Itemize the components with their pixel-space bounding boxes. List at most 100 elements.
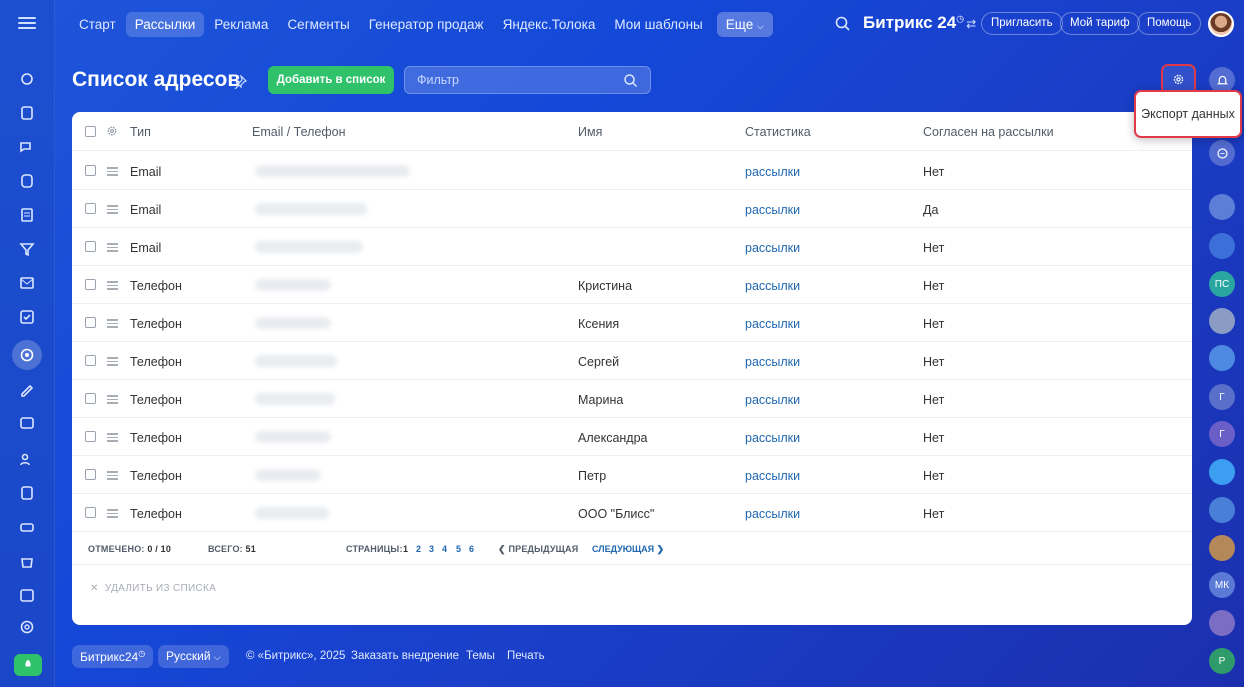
drag-handle-icon[interactable] — [107, 395, 118, 404]
contact-avatar[interactable] — [1209, 535, 1235, 561]
drag-handle-icon[interactable] — [107, 205, 118, 214]
contact-avatar[interactable] — [1209, 610, 1235, 636]
contact-avatar[interactable] — [1209, 308, 1235, 334]
language-select[interactable]: Русский ⌵ — [158, 645, 229, 668]
column-consent[interactable]: Согласен на рассылки — [923, 125, 1054, 139]
page-link-2[interactable]: 2 — [416, 544, 421, 554]
contact-avatar[interactable]: ПС — [1209, 271, 1235, 297]
row-checkbox[interactable] — [85, 279, 96, 290]
table-row[interactable]: Email рассылки Да — [72, 190, 1192, 228]
filter-field[interactable] — [404, 66, 651, 94]
table-row[interactable]: Телефон Ксения рассылки Нет — [72, 304, 1192, 342]
table-row[interactable]: Телефон ООО "Блисс" рассылки Нет — [72, 494, 1192, 532]
drive-icon[interactable] — [14, 168, 40, 194]
nav-ads[interactable]: Реклама — [205, 12, 277, 37]
mail-icon[interactable] — [14, 270, 40, 296]
table-row[interactable]: Телефон Сергей рассылки Нет — [72, 342, 1192, 380]
row-checkbox[interactable] — [85, 317, 96, 328]
row-stats-link[interactable]: рассылки — [745, 469, 800, 483]
row-checkbox[interactable] — [85, 165, 96, 176]
calendar-icon[interactable] — [14, 582, 40, 608]
contact-avatar[interactable]: Р — [1209, 648, 1235, 674]
users-icon[interactable] — [14, 446, 40, 472]
prev-page-button[interactable]: ❮ ПРЕДЫДУЩАЯ — [498, 544, 578, 555]
drag-handle-icon[interactable] — [107, 281, 118, 290]
table-row[interactable]: Телефон Марина рассылки Нет — [72, 380, 1192, 418]
drag-handle-icon[interactable] — [107, 167, 118, 176]
nav-yandex-toloka[interactable]: Яндекс.Толока — [494, 12, 605, 37]
print-link[interactable]: Печать — [507, 650, 545, 662]
row-checkbox[interactable] — [85, 241, 96, 252]
contact-avatar[interactable]: Г — [1209, 421, 1235, 447]
nav-my-templates[interactable]: Мои шаблоны — [605, 12, 711, 37]
table-row[interactable]: Email рассылки Нет — [72, 152, 1192, 190]
tasks-icon[interactable] — [14, 100, 40, 126]
row-stats-link[interactable]: рассылки — [745, 393, 800, 407]
table-row[interactable]: Телефон Кристина рассылки Нет — [72, 266, 1192, 304]
invite-button[interactable]: Пригласить — [981, 12, 1063, 35]
drag-handle-icon[interactable] — [107, 357, 118, 366]
sign-icon[interactable] — [14, 376, 40, 402]
select-all-checkbox[interactable] — [85, 126, 96, 137]
contact-avatar[interactable] — [1209, 233, 1235, 259]
column-type[interactable]: Тип — [130, 125, 151, 139]
row-stats-link[interactable]: рассылки — [745, 507, 800, 521]
nav-segments[interactable]: Сегменты — [278, 12, 358, 37]
search-icon[interactable] — [623, 73, 638, 88]
page-link-1[interactable]: 1 — [403, 544, 408, 554]
nav-start[interactable]: Старт — [70, 12, 125, 37]
row-stats-link[interactable]: рассылки — [745, 431, 800, 445]
sync-icon[interactable] — [14, 66, 40, 92]
checkbox-icon[interactable] — [14, 304, 40, 330]
export-data-menu-item[interactable]: Экспорт данных — [1134, 90, 1242, 138]
add-to-list-button[interactable]: Добавить в список — [268, 66, 394, 94]
chat-icon[interactable] — [14, 134, 40, 160]
contact-avatar[interactable] — [1209, 459, 1235, 485]
delete-from-list-button[interactable]: ✕ УДАЛИТЬ ИЗ СПИСКА — [90, 583, 216, 594]
card-icon[interactable] — [14, 410, 40, 436]
contact-avatar[interactable] — [1209, 497, 1235, 523]
page-link-5[interactable]: 5 — [456, 544, 461, 554]
gear-icon[interactable] — [106, 125, 118, 137]
filter-input[interactable] — [417, 73, 617, 87]
page-link-6[interactable]: 6 — [469, 544, 474, 554]
menu-icon[interactable] — [18, 17, 36, 29]
drag-handle-icon[interactable] — [107, 319, 118, 328]
order-implementation-link[interactable]: Заказать внедрение — [351, 650, 459, 662]
page-link-4[interactable]: 4 — [442, 544, 447, 554]
nav-mailings[interactable]: Рассылки — [125, 11, 205, 37]
drag-handle-icon[interactable] — [107, 471, 118, 480]
user-avatar[interactable] — [1208, 11, 1234, 37]
nav-more[interactable]: Еще ⌵ — [716, 11, 773, 37]
table-row[interactable]: Телефон Александра рассылки Нет — [72, 418, 1192, 456]
settings-icon[interactable] — [14, 614, 40, 640]
storage-icon[interactable] — [14, 514, 40, 540]
shop-icon[interactable] — [14, 548, 40, 574]
drag-handle-icon[interactable] — [107, 243, 118, 252]
rocket-icon[interactable] — [14, 654, 42, 676]
row-checkbox[interactable] — [85, 507, 96, 518]
row-checkbox[interactable] — [85, 355, 96, 366]
help-button[interactable]: Помощь — [1137, 12, 1202, 35]
row-stats-link[interactable]: рассылки — [745, 279, 800, 293]
bottom-brand[interactable]: Битрикс24◷ — [72, 645, 154, 668]
row-checkbox[interactable] — [85, 469, 96, 480]
row-checkbox[interactable] — [85, 431, 96, 442]
table-row[interactable]: Телефон Петр рассылки Нет — [72, 456, 1192, 494]
tariff-button[interactable]: Мой тариф — [1060, 12, 1140, 35]
filter-icon[interactable] — [14, 236, 40, 262]
row-stats-link[interactable]: рассылки — [745, 317, 800, 331]
pin-icon[interactable] — [233, 75, 247, 89]
contact-avatar[interactable] — [1209, 194, 1235, 220]
contact-avatar[interactable] — [1209, 345, 1235, 371]
next-page-button[interactable]: СЛЕДУЮЩАЯ ❯ — [592, 544, 664, 555]
row-stats-link[interactable]: рассылки — [745, 241, 800, 255]
page-link-3[interactable]: 3 — [429, 544, 434, 554]
contact-avatar[interactable]: Г — [1209, 384, 1235, 410]
themes-link[interactable]: Темы — [466, 650, 495, 662]
row-checkbox[interactable] — [85, 203, 96, 214]
table-row[interactable]: Email рассылки Нет — [72, 228, 1192, 266]
document-icon[interactable] — [14, 480, 40, 506]
nav-sales-generator[interactable]: Генератор продаж — [360, 12, 493, 37]
switch-icon[interactable]: ⇄ — [966, 17, 976, 31]
